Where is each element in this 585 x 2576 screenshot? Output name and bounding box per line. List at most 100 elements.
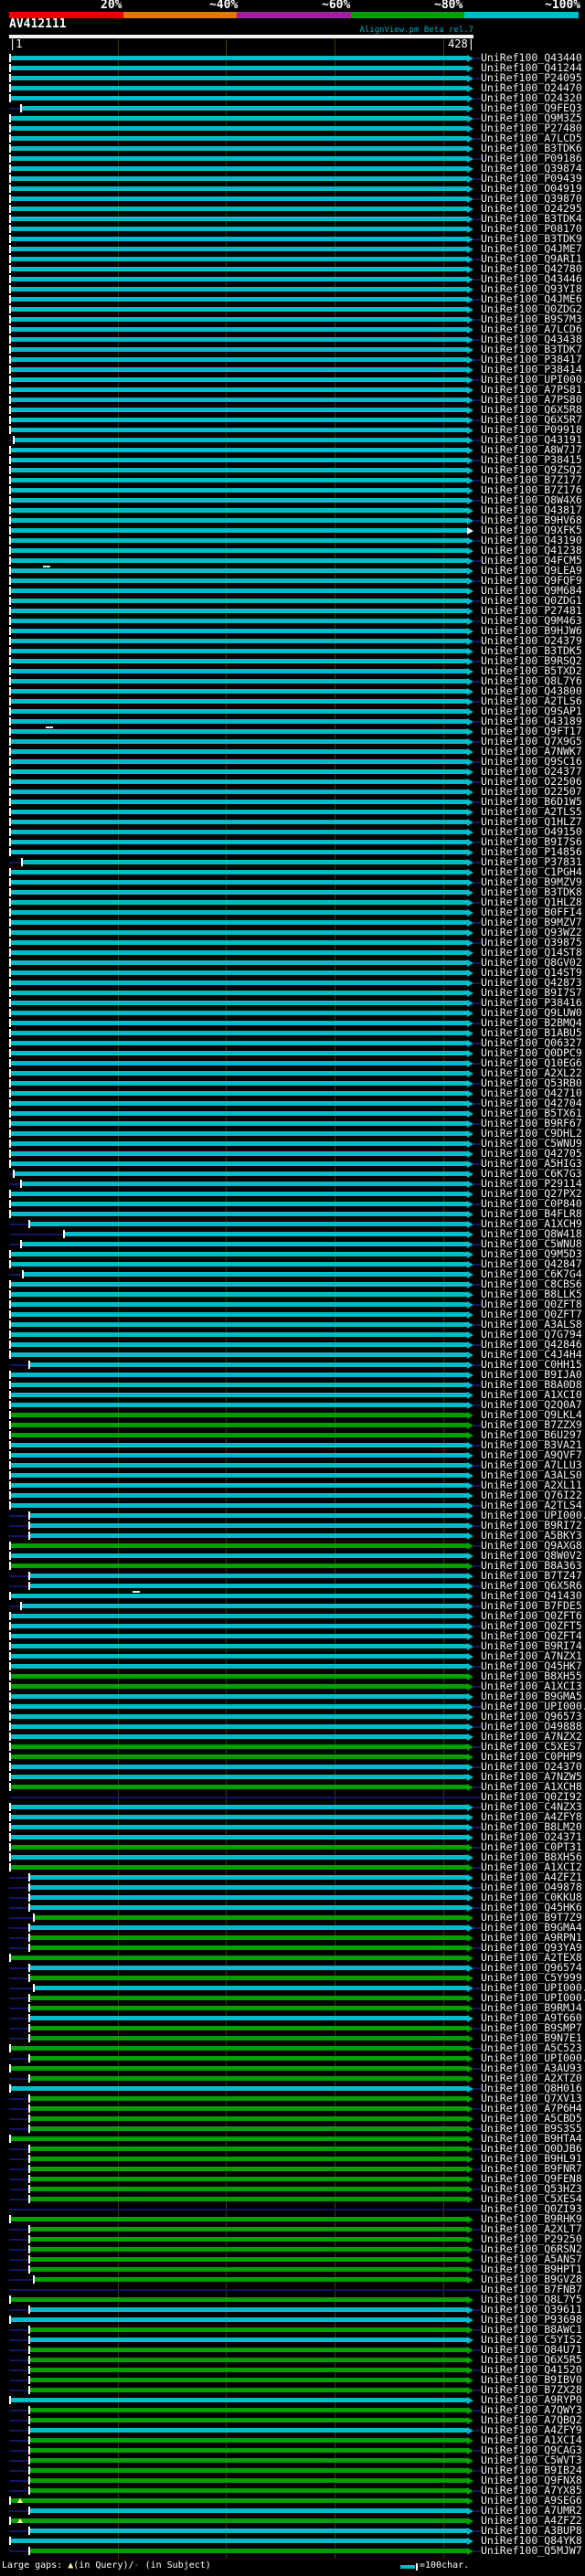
hit-bar [11,1393,467,1397]
navy-underline [9,2550,30,2552]
hit-bar [21,106,467,111]
navy-underline-right [473,259,481,260]
hit-arrow-icon [467,1814,473,1821]
navy-underline [9,2078,30,2080]
hit-bar [11,387,467,392]
hit-arrow-icon [467,1884,473,1892]
navy-underline-right [473,1706,481,1708]
hit-bar [30,2528,467,2533]
navy-underline [9,1998,30,1999]
hit-arrow-icon [467,1965,473,1972]
hit-arrow-icon [467,1030,473,1037]
hit-bar [11,538,467,543]
hit-arrow-icon [467,1633,473,1640]
hit-bar [11,1704,467,1709]
hit-bar [11,1825,467,1829]
hit-bar [11,1192,467,1196]
hit-arrow-icon [467,2055,473,2062]
hit-arrow-icon [467,1492,473,1500]
hit-bar [11,166,467,171]
navy-underline-right [473,279,481,281]
hit-bar [11,769,467,774]
navy-underline-right [473,1545,481,1547]
hit-arrow-icon [467,769,473,776]
hit-bar [11,1121,467,1126]
hit-bar [30,2307,467,2312]
hit-bar [11,1785,467,1789]
hit-bar [21,1604,467,1608]
navy-underline-right [473,1967,481,1969]
navy-underline [9,2440,30,2442]
hit-bar [11,1151,467,1156]
hit-arrow-icon [467,366,473,374]
navy-underline-right [473,641,481,642]
navy-underline-right [473,500,481,502]
hit-bar [11,599,467,603]
hit-arrow-icon [467,2538,473,2545]
hit-bar [21,1182,467,1186]
hit-arrow-icon [467,387,473,394]
hit-arrow-icon [467,2226,473,2233]
hit-arrow-icon [467,326,473,334]
hit-arrow-icon [467,1100,473,1108]
hit-bar [30,2337,467,2342]
hit-arrow-icon [467,1522,473,1530]
hit-bar [11,659,467,663]
navy-underline-right [473,2450,481,2452]
navy-underline-right [473,1364,481,1366]
navy-underline-right [473,862,481,864]
hit-arrow-icon [467,95,473,102]
navy-underline-right [473,1123,481,1125]
hit-arrow-icon [467,829,473,836]
navy-underline [9,1977,30,1979]
hit-arrow-icon [467,608,473,615]
navy-underline-right [473,319,481,321]
hit-arrow-icon [467,1764,473,1771]
hit-bar [11,56,467,60]
hit-arrow-icon [467,980,473,987]
subject-gap-icon [42,566,50,567]
hit-bar [11,96,467,101]
hit-bar [11,940,467,945]
hit-bar [11,548,467,553]
hit-arrow-icon [467,175,473,183]
hit-arrow-icon [467,1422,473,1429]
hit-arrow-icon [467,447,473,454]
navy-underline-right [473,1565,481,1567]
hit-arrow-icon [467,1995,473,2002]
hit-arrow-icon [467,1754,473,1761]
hit-arrow-icon [467,266,473,273]
hit-bar [11,247,467,251]
hit-bar [11,1292,467,1297]
hit-arrow-icon [467,1834,473,1841]
navy-underline-right [473,2550,481,2552]
navy-underline [9,1937,30,1939]
hit-bar [11,428,467,432]
hit-bar [11,790,467,794]
hit-arrow-icon [467,115,473,122]
navy-underline-right [473,2410,481,2412]
hit-bar [11,719,467,724]
hit-bar [14,1171,467,1176]
hit-bar [11,2539,467,2543]
navy-underline-right [473,1244,481,1246]
hit-bar [11,1493,467,1498]
hit-arrow-icon [467,2115,473,2123]
hit-bar [11,237,467,241]
hit-arrow-icon [467,2216,473,2223]
navy-underline [9,2349,30,2351]
hit-arrow-icon [467,1512,473,1520]
hit-row[interactable]: UniRef100_Q5MJW7 [0,2545,585,2556]
hit-arrow-icon [467,1251,473,1258]
navy-underline [9,862,23,864]
hit-bar [11,880,467,885]
hit-bar [30,2448,467,2453]
hit-arrow-icon [467,256,473,263]
hit-bar [11,1443,467,1447]
hit-arrow-icon [467,2407,473,2414]
hit-arrow-icon [467,1894,473,1902]
hit-bar [11,689,467,694]
navy-underline-right [473,2510,481,2512]
hit-arrow-icon [467,789,473,796]
hit-bar [30,2227,467,2231]
